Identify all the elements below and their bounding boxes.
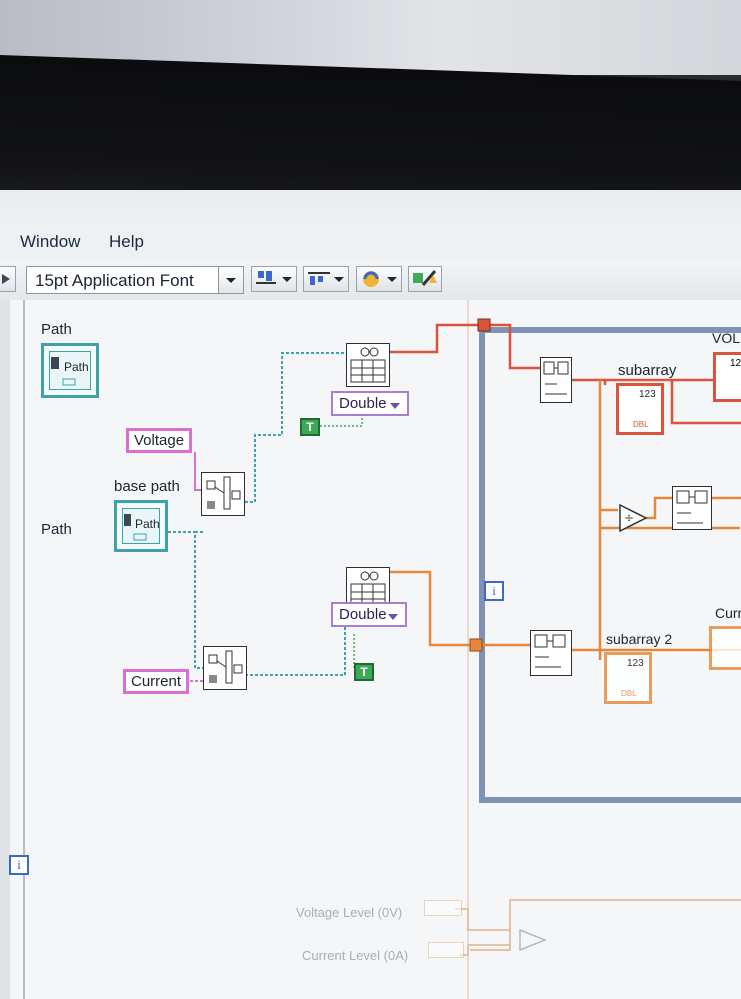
vol-indicator[interactable]: 123: [713, 352, 741, 402]
folder-icon: [124, 514, 147, 541]
vol-indicator-value: 123: [730, 358, 741, 369]
build-path-node-voltage[interactable]: [201, 472, 245, 516]
run-arrow-icon: [2, 274, 10, 284]
outer-iteration-terminal[interactable]: i: [9, 855, 29, 875]
path-label-text: Path: [41, 321, 72, 338]
build-path-icon: [208, 650, 243, 684]
build-path-node-current[interactable]: [203, 646, 247, 690]
subarray2-indicator[interactable]: 123 DBL: [604, 652, 652, 704]
menubar: Window Help: [0, 228, 741, 258]
folder-icon: [51, 357, 76, 386]
current-string-constant[interactable]: Current: [123, 669, 190, 694]
curr-indicator[interactable]: [709, 626, 741, 670]
indicator-value: 123: [639, 389, 656, 400]
window-titlebar-area: [0, 190, 741, 228]
voltage-level-control[interactable]: [424, 900, 462, 916]
double-1-text: Double: [339, 395, 387, 412]
cleanup-diagram-button[interactable]: [408, 266, 442, 292]
voltage-string-constant[interactable]: Voltage: [126, 428, 193, 453]
base-path-label: base path: [114, 478, 180, 495]
read-spreadsheet-node-voltage[interactable]: [346, 343, 390, 387]
font-select[interactable]: 15pt Application Font: [26, 266, 244, 294]
menu-window[interactable]: Window: [20, 232, 80, 252]
array-subset-node-voltage[interactable]: [540, 357, 572, 403]
cleanup-diagram-icon: [413, 270, 437, 286]
divide-node[interactable]: ÷: [618, 503, 650, 533]
path-control[interactable]: Path: [41, 343, 99, 398]
font-select-value: 15pt Application Font: [35, 271, 194, 290]
menu-help[interactable]: Help: [109, 232, 144, 252]
true-constant-1[interactable]: T: [300, 418, 320, 436]
curr-label: Curr: [715, 605, 741, 621]
align-objects-icon: [256, 271, 292, 284]
double-type-selector-1[interactable]: Double: [331, 391, 409, 416]
read-spreadsheet-icon: [350, 347, 386, 383]
true-constant-2[interactable]: T: [354, 663, 374, 681]
array-subset-icon: [534, 634, 566, 668]
block-diagram[interactable]: Path Path Path Voltage base path Path Cu…: [0, 300, 741, 999]
subarray2-label: subarray 2: [606, 631, 673, 647]
loop-iteration-terminal[interactable]: i: [484, 581, 504, 601]
voltage-level-label: Voltage Level (0V): [296, 905, 403, 920]
double-type-selector-2[interactable]: Double: [331, 602, 407, 627]
subarray-label: subarray: [618, 362, 677, 379]
path-label: Path: [41, 521, 72, 538]
reorder-button[interactable]: [356, 266, 402, 292]
vol-label: VOL: [712, 330, 741, 346]
current-level-label: Current Level (0A): [302, 948, 409, 963]
distribute-objects-button[interactable]: [303, 266, 349, 292]
svg-text:÷: ÷: [624, 511, 634, 525]
labview-window: Window Help 15pt Application Font Path P…: [0, 190, 741, 999]
toolbar: 15pt Application Font: [0, 260, 741, 301]
array-subset-node-mid[interactable]: [672, 486, 712, 530]
current-level-control[interactable]: [428, 942, 464, 958]
subarray2-indicator-value: 123: [627, 658, 644, 669]
subarray-indicator[interactable]: 123 DBL: [616, 383, 664, 435]
array-subset-icon: [543, 361, 569, 395]
chevron-down-icon: [390, 403, 400, 409]
base-path-control[interactable]: Path: [114, 500, 168, 552]
double-2-text: Double: [339, 606, 387, 623]
array-subset-node-current[interactable]: [530, 630, 572, 676]
build-path-icon: [206, 476, 241, 510]
align-objects-button[interactable]: [251, 266, 297, 292]
indicator-type: DBL: [633, 420, 649, 429]
chevron-down-icon: [388, 614, 398, 620]
reorder-icon: [363, 271, 397, 287]
subarray2-indicator-type: DBL: [621, 689, 637, 698]
chevron-down-icon: [218, 267, 243, 293]
distribute-objects-icon: [308, 272, 344, 285]
array-subset-icon: [676, 490, 708, 524]
run-arrow-button[interactable]: [0, 266, 16, 292]
